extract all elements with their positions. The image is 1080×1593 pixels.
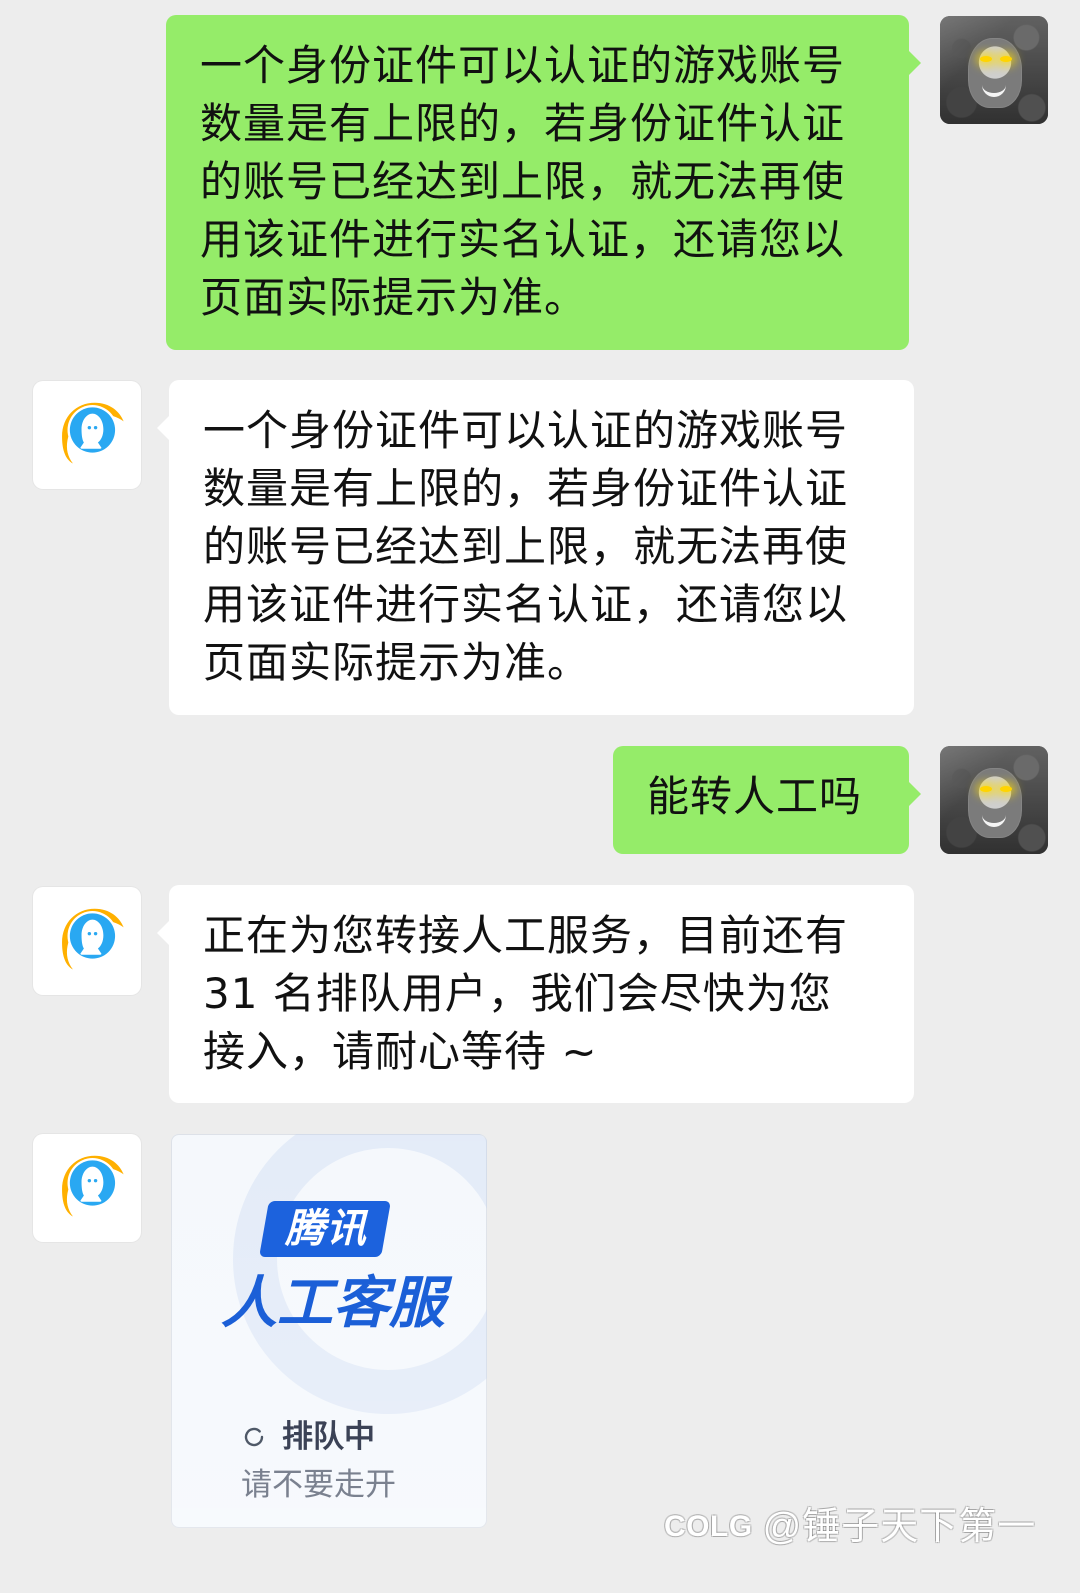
brand-badge: 腾讯 bbox=[285, 1207, 367, 1251]
watermark-logo: COLG bbox=[664, 1510, 753, 1543]
self-avatar-eye-right bbox=[1000, 56, 1012, 62]
qq-service-avatar-icon bbox=[62, 1155, 124, 1217]
self-avatar-1[interactable] bbox=[940, 16, 1048, 124]
self-avatar-face bbox=[968, 768, 1022, 838]
watermark-handle: @锤子天下第一 bbox=[762, 1506, 1037, 1548]
qq-service-avatar-icon bbox=[62, 402, 124, 464]
queue-status-text: 排队中 bbox=[282, 1419, 375, 1454]
customer-service-card[interactable]: 腾讯 人工客服 排队中 请不要走开 bbox=[171, 1134, 487, 1528]
watermark: COLG @锤子天下第一 bbox=[664, 1506, 1036, 1548]
queue-note-text: 请不要走开 bbox=[241, 1467, 396, 1502]
queue-status-row: 排队中 bbox=[242, 1417, 375, 1457]
agent-avatar-1[interactable] bbox=[33, 381, 141, 489]
self-avatar-eye-left bbox=[980, 56, 992, 62]
message-bubble-agent-1[interactable]: 一个身份证件可以认证的游戏账号 数量是有上限的，若身份证件认证 的账号已经达到上… bbox=[157, 380, 914, 715]
self-avatar-face bbox=[968, 38, 1022, 108]
self-avatar-2[interactable] bbox=[940, 746, 1048, 854]
self-avatar-eye-right bbox=[1000, 786, 1012, 792]
agent-avatar-3[interactable] bbox=[33, 1134, 141, 1242]
message-bubble-agent-2[interactable]: 正在为您转接人工服务，目前还有 31 名排队用户，我们会尽快为您 接入，请耐心等… bbox=[157, 885, 914, 1103]
chat-thread: 一个身份证件可以认证的游戏账号 数量是有上限的，若身份证件认证 的账号已经达到上… bbox=[0, 0, 1080, 1593]
message-bubble-self-1[interactable]: 一个身份证件可以认证的游戏账号 数量是有上限的，若身份证件认证 的账号已经达到上… bbox=[166, 15, 921, 350]
card-title: 人工客服 bbox=[221, 1271, 445, 1334]
agent-avatar-2[interactable] bbox=[33, 887, 141, 995]
self-avatar-eye-left bbox=[980, 786, 992, 792]
loading-spinner-icon bbox=[244, 1427, 264, 1447]
qq-service-avatar-icon bbox=[62, 908, 124, 970]
message-bubble-self-2[interactable]: 能转人工吗 bbox=[613, 746, 921, 854]
